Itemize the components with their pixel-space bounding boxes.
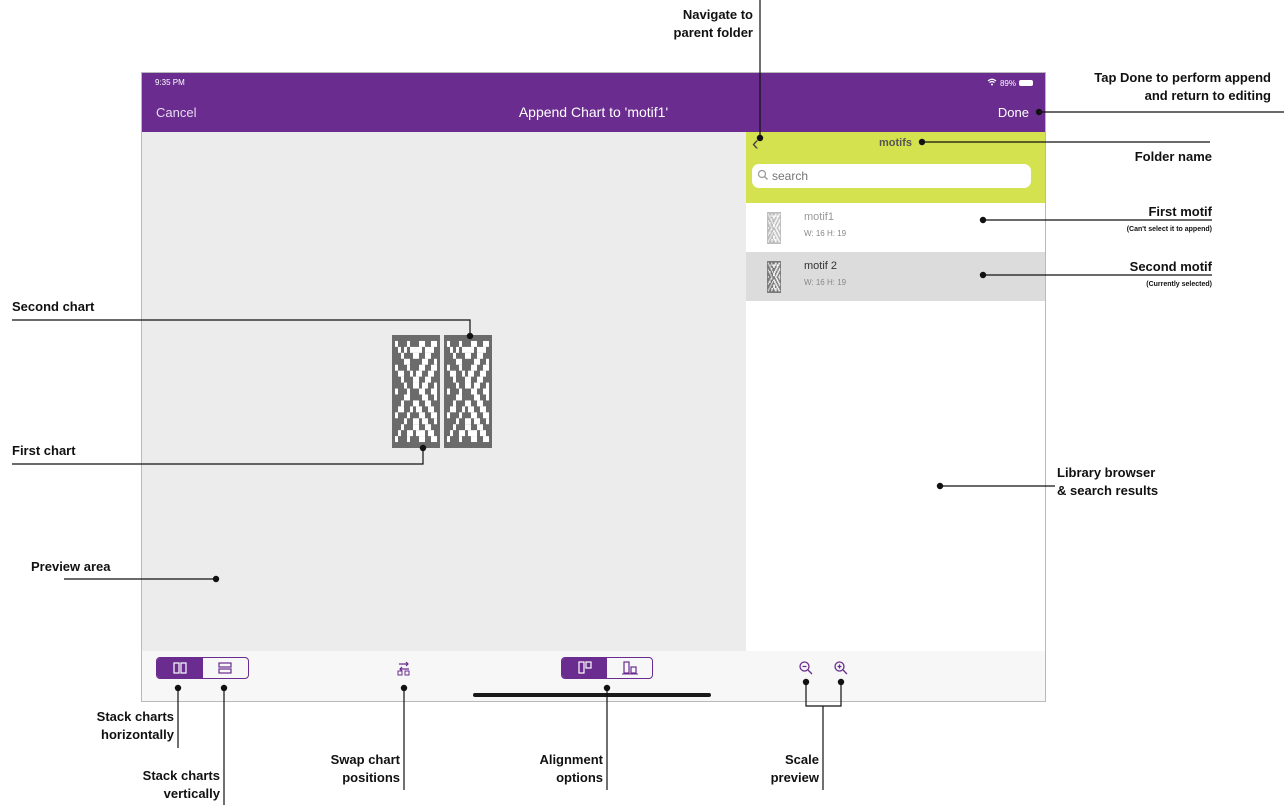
annotation-library-browser: Library browser & search results	[1057, 465, 1159, 498]
callout-lines	[12, 0, 1284, 805]
annotation-swap-positions: Swap chart positions	[330, 752, 400, 785]
annotation-alignment-options: Alignment options	[539, 752, 603, 785]
annotation-navigate-parent: Navigate to parent folder	[673, 7, 753, 40]
annotation-scale-preview: Scale preview	[770, 752, 819, 785]
annotation-first-chart: First chart	[12, 443, 76, 458]
annotation-second-motif: Second motif	[1129, 259, 1212, 274]
annotation-first-motif-note: (Can't select it to append)	[1126, 226, 1212, 233]
annotation-stack-vertical: Stack charts vertically	[142, 768, 220, 801]
annotation-first-motif: First motif	[1148, 204, 1212, 219]
annotation-second-motif-note: (Currently selected)	[1146, 281, 1212, 288]
annotation-stack-horizontal: Stack charts horizontally	[96, 709, 174, 742]
annotation-folder-name: Folder name	[1134, 149, 1212, 164]
annotation-second-chart: Second chart	[12, 299, 95, 314]
annotation-tap-done: Tap Done to perform append and return to …	[1094, 70, 1271, 103]
annotation-preview-area: Preview area	[31, 559, 111, 574]
